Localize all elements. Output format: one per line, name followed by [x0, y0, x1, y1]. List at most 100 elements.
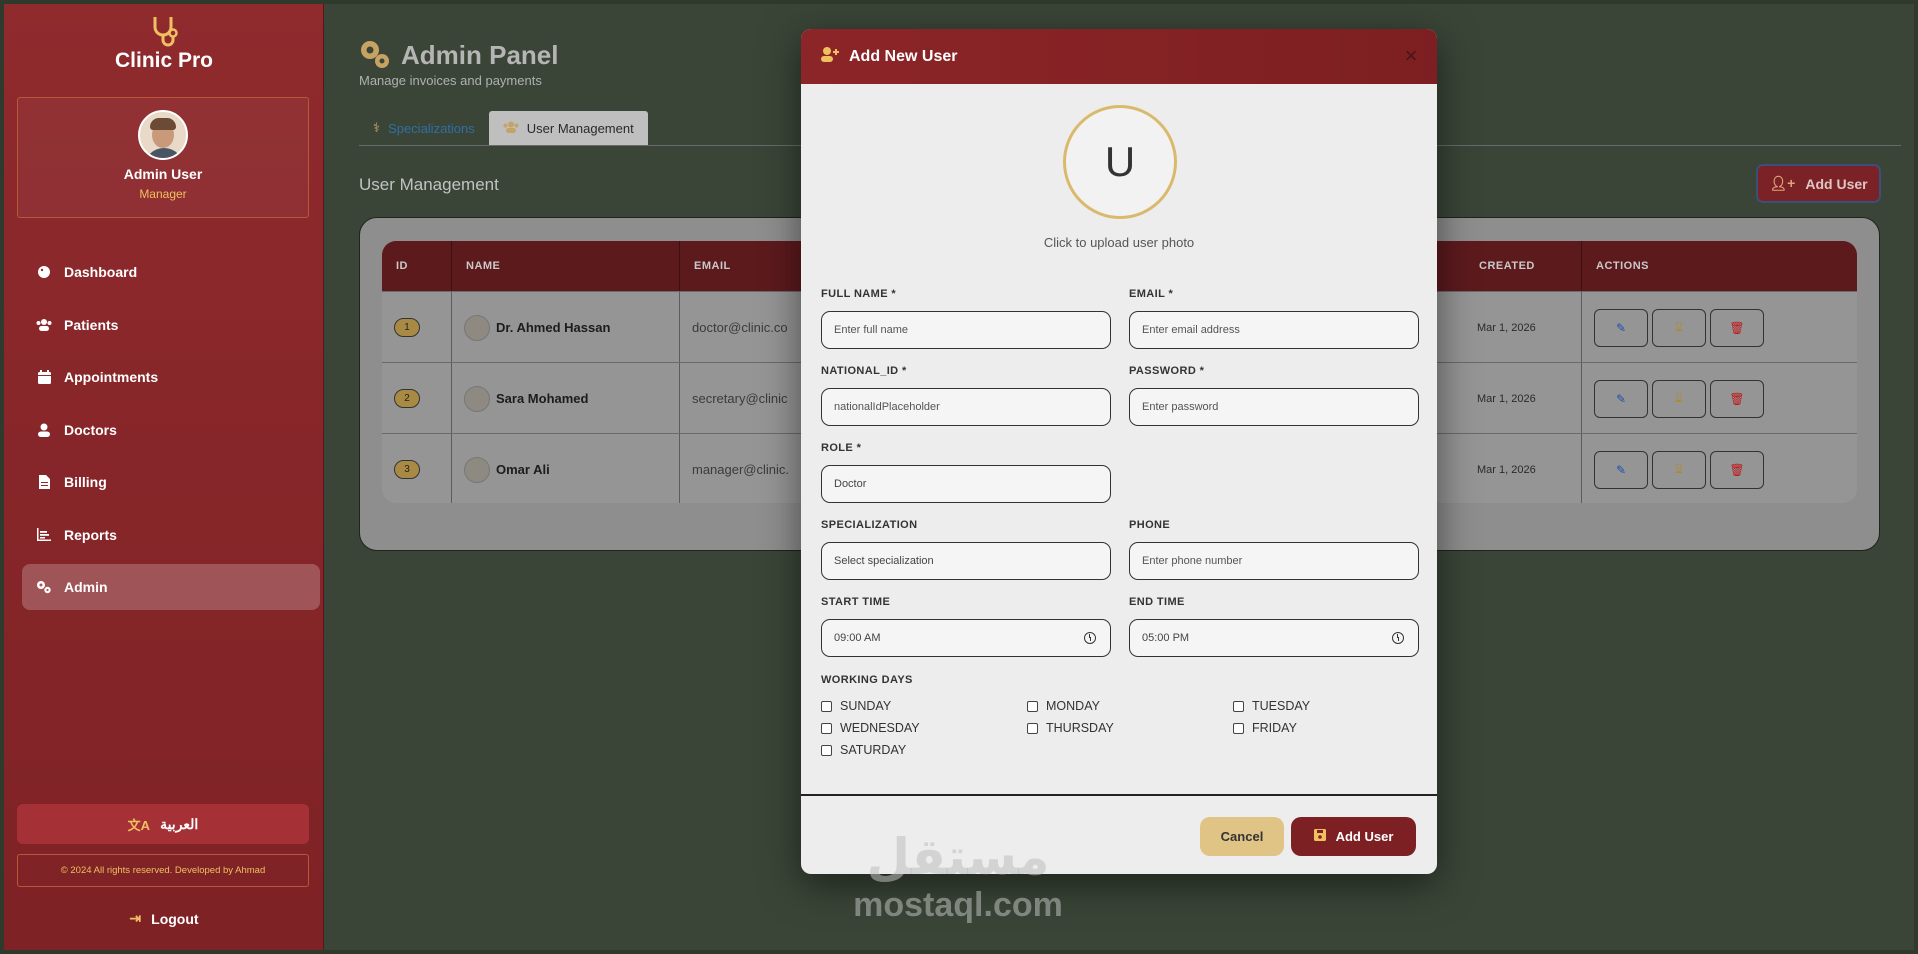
chart-icon [36, 527, 52, 543]
end-time-label: END TIME [1129, 596, 1185, 608]
sidebar-item-label: Reports [64, 526, 117, 543]
edit-button[interactable]: ✎ [1594, 308, 1648, 347]
column-header-name: NAME [452, 241, 680, 291]
day-checkbox-monday[interactable]: MONDAY [1027, 699, 1100, 713]
schedule-button[interactable]: ⌛︎ [1652, 450, 1706, 489]
logout-label: Logout [151, 910, 199, 927]
role-value: Doctor [834, 478, 867, 490]
specialization-label: SPECIALIZATION [821, 519, 918, 531]
clock-icon [1392, 632, 1404, 644]
language-toggle-button[interactable]: 文A العربية [17, 804, 309, 844]
avatar-letter: U [1104, 138, 1136, 185]
gears-icon [361, 41, 389, 68]
watermark-arabic: مستقل [866, 828, 1050, 886]
sidebar-item-label: Dashboard [64, 264, 138, 280]
end-time-field[interactable]: 05:00 PM [1129, 619, 1419, 657]
day-checkbox-saturday[interactable]: SATURDAY [821, 743, 906, 757]
day-checkbox-tuesday[interactable]: TUESDAY [1233, 699, 1310, 713]
sidebar-nav: Dashboard Patients Appointments Doctors … [22, 249, 320, 617]
brand: Clinic Pro [4, 14, 324, 73]
full-name-field[interactable] [821, 311, 1111, 349]
avatar [138, 110, 188, 160]
checkbox[interactable] [821, 722, 832, 734]
palette-icon [36, 264, 52, 280]
phone-input[interactable] [1142, 555, 1406, 567]
delete-button[interactable]: 🗑︎ [1710, 450, 1764, 489]
tab-specializations[interactable]: ⚕ Specializations [359, 111, 489, 145]
email-field[interactable] [1129, 311, 1419, 349]
day-checkbox-wednesday[interactable]: WEDNESDAY [821, 721, 920, 735]
checkbox[interactable] [1027, 722, 1038, 734]
tab-label: User Management [526, 120, 634, 136]
start-time-field[interactable]: 09:00 AM [821, 619, 1111, 657]
clock-icon [1084, 632, 1096, 644]
sidebar: Clinic Pro Admin User Manager Dashboard … [4, 4, 324, 950]
day-checkbox-thursday[interactable]: THURSDAY [1027, 721, 1114, 735]
stethoscope-icon [153, 17, 178, 47]
add-user-button[interactable]: 👤︎+ Add User [1756, 164, 1881, 203]
day-label: WEDNESDAY [840, 721, 920, 735]
day-checkbox-friday[interactable]: FRIDAY [1233, 721, 1297, 735]
day-label: TUESDAY [1252, 699, 1311, 713]
checkbox[interactable] [1233, 700, 1244, 712]
sidebar-item-reports[interactable]: Reports [22, 512, 320, 558]
sidebar-item-patients[interactable]: Patients [22, 302, 320, 348]
delete-button[interactable]: 🗑︎ [1710, 308, 1764, 347]
checkbox[interactable] [821, 700, 832, 712]
checkbox[interactable] [1027, 700, 1038, 712]
password-field[interactable] [1129, 388, 1419, 426]
specialization-select[interactable]: Select specialization [821, 542, 1111, 580]
phone-label: PHONE [1129, 519, 1171, 531]
start-time-value: 09:00 AM [834, 632, 881, 644]
add-user-modal: Add New User × U Click to upload user ph… [801, 29, 1437, 874]
user-name: Dr. Ahmed Hassan [496, 320, 611, 335]
national-id-input[interactable] [834, 401, 1098, 413]
sidebar-item-admin[interactable]: Admin [22, 564, 320, 610]
role-select[interactable]: Doctor [821, 465, 1111, 503]
sidebar-item-label: Admin [64, 579, 108, 595]
sidebar-item-appointments[interactable]: Appointments [22, 354, 320, 400]
working-days-label: WORKING DAYS [821, 674, 913, 686]
phone-field[interactable] [1129, 542, 1419, 580]
page-title: Admin Panel [359, 39, 558, 71]
email-input[interactable] [1142, 324, 1406, 336]
edit-button[interactable]: ✎ [1594, 379, 1648, 418]
specialization-value: Select specialization [834, 555, 934, 567]
save-icon [1313, 829, 1326, 844]
avatar [464, 385, 490, 412]
trash-icon: 🗑︎ [1729, 462, 1745, 477]
edit-button[interactable]: ✎ [1594, 450, 1648, 489]
checkbox[interactable] [1233, 722, 1244, 734]
user-plus-icon [821, 46, 839, 67]
tab-user-management[interactable]: User Management [488, 111, 648, 145]
sidebar-item-dashboard[interactable]: Dashboard [22, 249, 320, 295]
cancel-button[interactable]: Cancel [1200, 817, 1284, 856]
user-created: Mar 1, 2026 [1465, 292, 1582, 363]
submit-add-user-button[interactable]: Add User [1291, 817, 1416, 856]
national-id-field[interactable] [821, 388, 1111, 426]
start-time-label: START TIME [821, 596, 891, 608]
schedule-button[interactable]: ⌛︎ [1652, 308, 1706, 347]
tab-label: Specializations [388, 120, 475, 136]
sidebar-item-billing[interactable]: Billing [22, 459, 320, 505]
sidebar-item-doctors[interactable]: Doctors [22, 407, 320, 453]
delete-button[interactable]: 🗑︎ [1710, 379, 1764, 418]
footer-copyright: © 2024 All rights reserved. Developed by… [17, 854, 309, 887]
logout-button[interactable]: ⇥ Logout [4, 910, 324, 927]
user-created: Mar 1, 2026 [1465, 434, 1582, 503]
user-created: Mar 1, 2026 [1465, 363, 1582, 434]
schedule-button[interactable]: ⌛︎ [1652, 379, 1706, 418]
close-icon[interactable]: × [1401, 45, 1421, 67]
sidebar-item-label: Appointments [64, 369, 159, 385]
translate-icon: 文A [127, 817, 151, 833]
column-header-id: ID [382, 241, 452, 291]
checkbox[interactable] [821, 744, 832, 756]
day-label: MONDAY [1046, 699, 1100, 713]
password-input[interactable] [1142, 401, 1406, 413]
day-checkbox-sunday[interactable]: SUNDAY [821, 699, 891, 713]
sidebar-item-label: Doctors [64, 421, 117, 438]
edit-icon: ✎ [1615, 391, 1627, 406]
full-name-input[interactable] [834, 324, 1098, 336]
photo-upload[interactable]: U [1063, 105, 1177, 219]
brand-name: Clinic Pro [114, 49, 214, 72]
